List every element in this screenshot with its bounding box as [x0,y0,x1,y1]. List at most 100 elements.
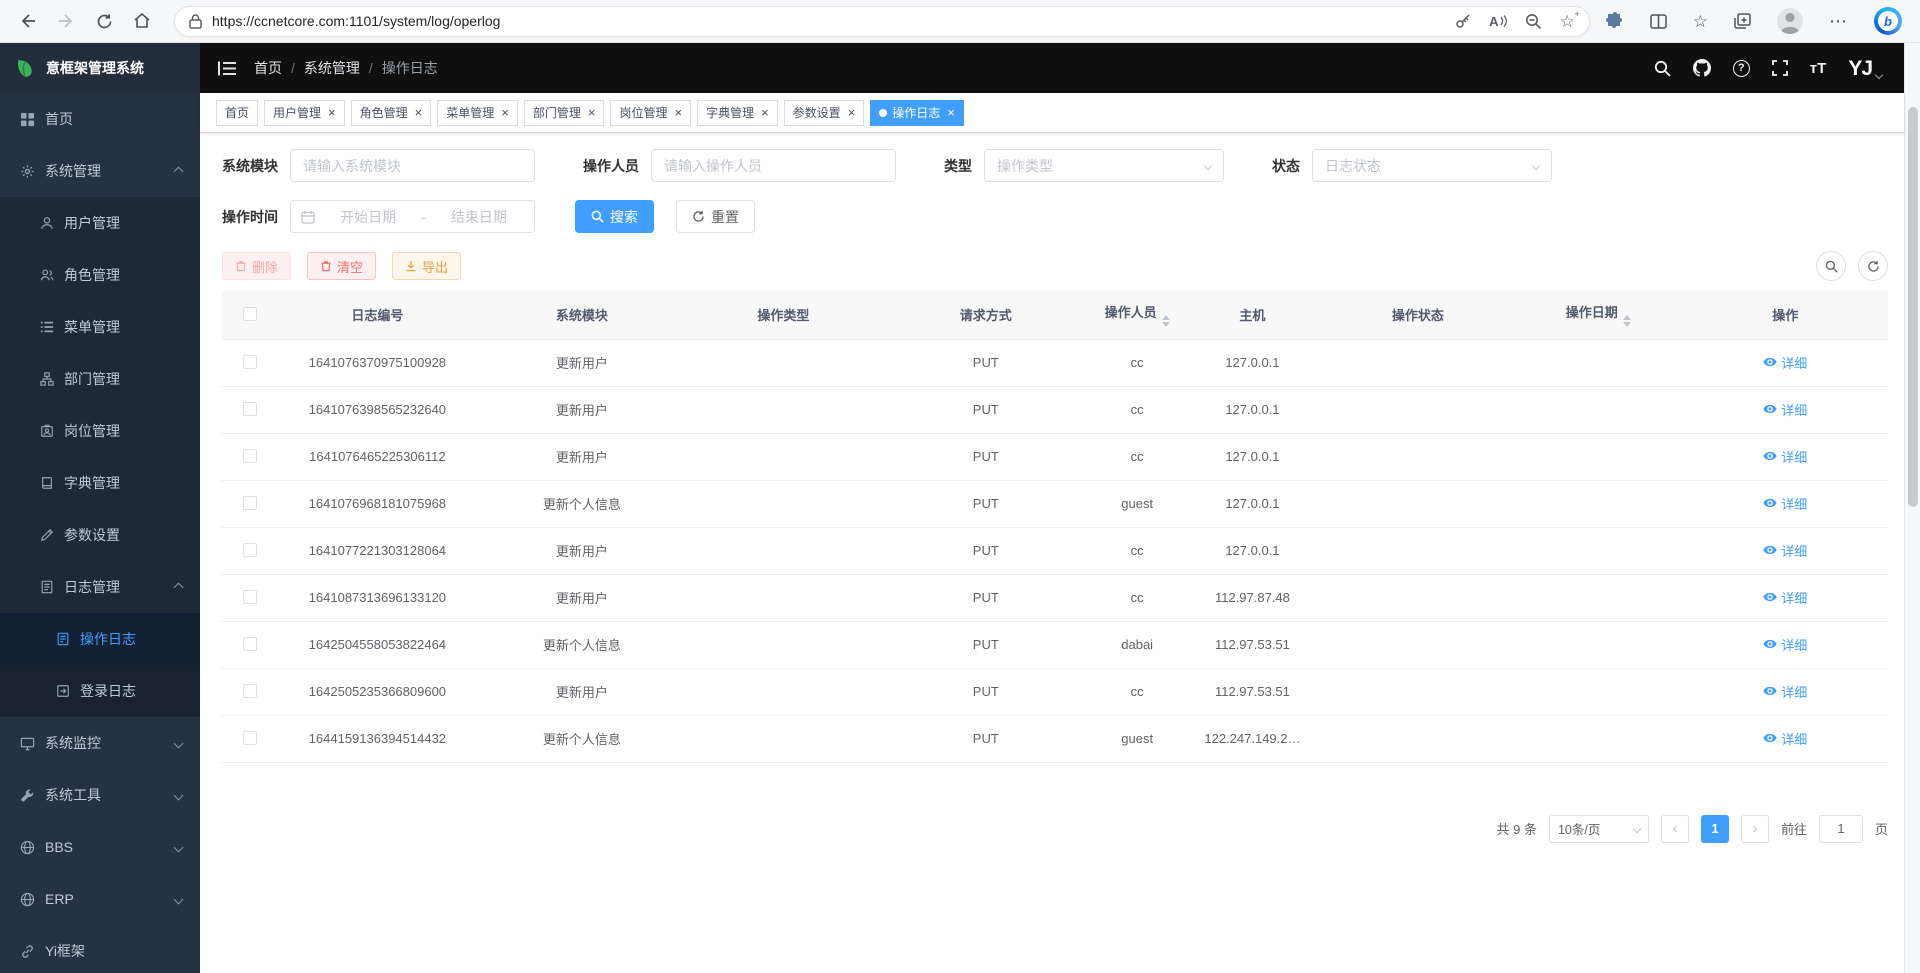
tab-dict-mgmt[interactable]: 字典管理× [697,100,778,126]
search-icon[interactable] [1654,60,1671,77]
add-favorite-icon[interactable]: ☆+ [1560,13,1575,30]
sidebar-item-param-settings[interactable]: 参数设置 [0,509,200,561]
close-icon[interactable]: × [761,106,769,119]
sidebar-item-system-mgmt[interactable]: 系统管理 [0,145,200,197]
tab-role-mgmt[interactable]: 角色管理× [351,100,432,126]
type-select[interactable]: 操作类型 [984,149,1224,182]
tab-oper-log[interactable]: 操作日志× [870,100,964,126]
row-checkbox[interactable] [243,637,257,651]
module-input[interactable] [290,149,535,182]
detail-link[interactable]: 详细 [1763,400,1807,419]
clear-button[interactable]: 清空 [307,252,376,280]
url-text[interactable]: https://ccnetcore.com:1101/system/log/op… [212,13,1445,29]
fullscreen-icon[interactable] [1772,60,1788,76]
goto-page-input[interactable] [1819,815,1863,843]
tab-menu-mgmt[interactable]: 菜单管理× [437,100,518,126]
copilot-bing-icon[interactable]: b [1874,7,1902,35]
breadcrumb-system-mgmt[interactable]: 系统管理 [304,58,360,78]
github-icon[interactable] [1693,59,1711,77]
export-button[interactable]: 导出 [392,252,461,280]
profile-avatar[interactable] [1777,8,1803,34]
delete-button[interactable]: 删除 [222,252,291,280]
sidebar-item-sys-monitor[interactable]: 系统监控 [0,717,200,769]
close-icon[interactable]: × [848,106,856,119]
operator-input[interactable] [651,149,896,182]
header-date[interactable]: 操作日期 [1514,291,1682,339]
close-icon[interactable]: × [674,106,682,119]
page-1-button[interactable]: 1 [1701,815,1729,843]
detail-link[interactable]: 详细 [1763,588,1807,607]
sort-icon[interactable] [1162,315,1170,327]
tab-dept-mgmt[interactable]: 部门管理× [524,100,605,126]
user-avatar-logo[interactable]: YJ [1848,58,1882,79]
sidebar-item-bbs[interactable]: BBS [0,821,200,873]
detail-link[interactable]: 详细 [1763,447,1807,466]
close-icon[interactable]: × [328,106,336,119]
search-toggle-button[interactable] [1816,251,1846,281]
sidebar-item-dict-mgmt[interactable]: 字典管理 [0,457,200,509]
sidebar-item-yi-framework[interactable]: Yi框架 [0,925,200,973]
close-icon[interactable]: × [588,106,596,119]
prev-page-button[interactable]: ‹ [1661,815,1689,843]
back-icon[interactable] [12,6,44,36]
page-size-select[interactable]: 10条/页 [1549,815,1649,843]
close-icon[interactable]: × [501,106,509,119]
close-icon[interactable]: × [415,106,423,119]
next-page-button[interactable]: › [1741,815,1769,843]
status-select[interactable]: 日志状态 [1312,149,1552,182]
split-screen-icon[interactable] [1650,14,1667,29]
zoom-out-icon[interactable] [1525,13,1542,30]
close-icon[interactable]: × [947,106,955,119]
row-checkbox[interactable] [243,543,257,557]
sidebar-item-sys-tools[interactable]: 系统工具 [0,769,200,821]
sidebar-item-erp[interactable]: ERP [0,873,200,925]
date-range-picker[interactable]: 开始日期 - 结束日期 [290,200,535,233]
home-icon[interactable] [126,6,158,36]
sort-icon[interactable] [1623,315,1631,327]
row-checkbox[interactable] [243,355,257,369]
password-key-icon[interactable] [1455,13,1471,29]
refresh-table-button[interactable] [1858,251,1888,281]
detail-link[interactable]: 详细 [1763,541,1807,560]
sidebar-item-oper-log[interactable]: 操作日志 [0,613,200,665]
sidebar-item-dept-mgmt[interactable]: 部门管理 [0,353,200,405]
sidebar-fold-icon[interactable] [218,61,236,76]
detail-link[interactable]: 详细 [1763,682,1807,701]
detail-link[interactable]: 详细 [1763,353,1807,372]
sidebar-item-role-mgmt[interactable]: 角色管理 [0,249,200,301]
detail-link[interactable]: 详细 [1763,635,1807,654]
tab-post-mgmt[interactable]: 岗位管理× [610,100,691,126]
sidebar-item-post-mgmt[interactable]: 岗位管理 [0,405,200,457]
font-size-icon[interactable]: тT [1810,60,1827,77]
sidebar-item-menu-mgmt[interactable]: 菜单管理 [0,301,200,353]
reset-button[interactable]: 重置 [676,200,755,233]
row-checkbox[interactable] [243,731,257,745]
extensions-icon[interactable] [1606,12,1624,30]
app-logo[interactable]: 意框架管理系统 [0,43,200,93]
sidebar-item-user-mgmt[interactable]: 用户管理 [0,197,200,249]
header-operator[interactable]: 操作人员 [1091,291,1183,339]
sidebar-item-home[interactable]: 首页 [0,93,200,145]
row-checkbox[interactable] [243,402,257,416]
row-checkbox[interactable] [243,449,257,463]
scrollbar-thumb[interactable] [1908,107,1918,507]
collections-icon[interactable] [1734,13,1751,29]
refresh-icon[interactable] [88,6,120,36]
search-button[interactable]: 搜索 [575,200,654,233]
tab-home[interactable]: 首页 [216,100,258,126]
detail-link[interactable]: 详细 [1763,729,1807,748]
breadcrumb-home[interactable]: 首页 [254,58,282,78]
page-scrollbar[interactable] [1904,43,1920,973]
row-checkbox[interactable] [243,496,257,510]
row-checkbox[interactable] [243,684,257,698]
favorites-icon[interactable]: ☆ [1693,13,1708,30]
sidebar-item-log-mgmt[interactable]: 日志管理 [0,561,200,613]
help-icon[interactable]: ? [1733,60,1750,77]
sidebar-item-login-log[interactable]: 登录日志 [0,665,200,717]
select-all-checkbox[interactable] [243,307,257,321]
tab-param-settings[interactable]: 参数设置× [784,100,865,126]
address-bar[interactable]: https://ccnetcore.com:1101/system/log/op… [174,6,1590,37]
read-aloud-icon[interactable]: A [1489,14,1506,29]
more-menu-icon[interactable]: ⋯ [1829,11,1848,32]
detail-link[interactable]: 详细 [1763,494,1807,513]
